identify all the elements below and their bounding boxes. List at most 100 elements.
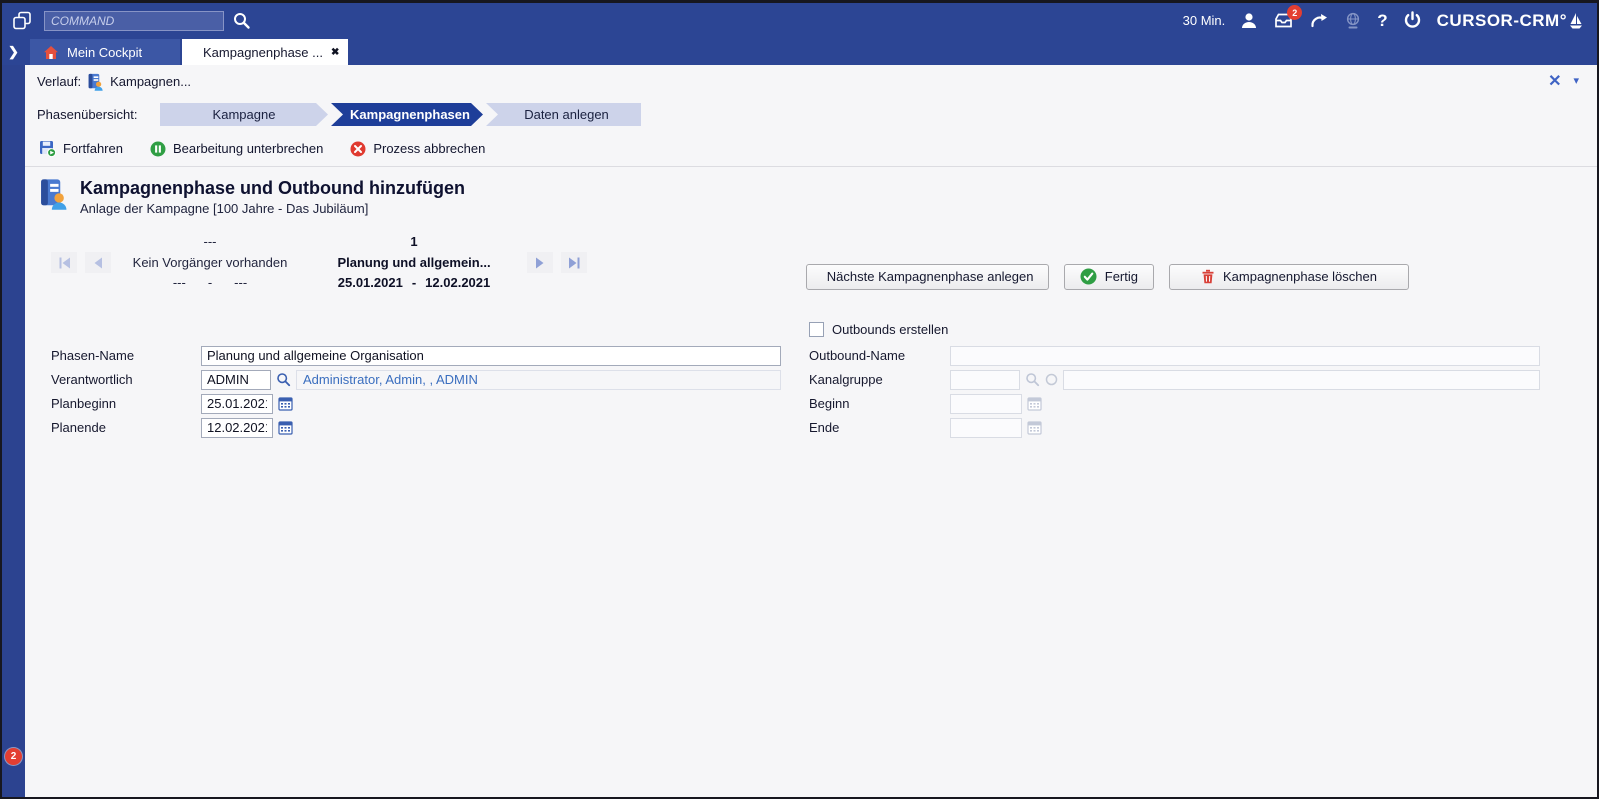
history-label: Verlauf: xyxy=(37,74,81,89)
page-subtitle: Anlage der Kampagne [100 Jahre - Das Jub… xyxy=(80,201,465,216)
phase-form-left: Phasen-Name Verantwortlich Administrator… xyxy=(51,319,781,797)
calendar-icon-disabled xyxy=(1027,420,1042,435)
planende-row: Planende xyxy=(51,417,781,439)
current-record-info: 1 Planung und allgemein... 25.01.2021-12… xyxy=(305,232,523,292)
prev-record-index: --- xyxy=(115,232,305,252)
process-toolbar: Fortfahren Bearbeitung unterbrechen Proz… xyxy=(25,133,1597,167)
panel-controls: ✕ ▾ xyxy=(1548,74,1579,90)
phase-overview-row: Phasenübersicht: Kampagne Kampagnenphase… xyxy=(25,98,1597,133)
phasen-name-label: Phasen-Name xyxy=(51,348,201,363)
done-label: Fertig xyxy=(1105,269,1138,284)
step-daten-anlegen[interactable]: Daten anlegen xyxy=(486,103,641,126)
create-next-phase-button[interactable]: Nächste Kampagnenphase anlegen xyxy=(806,264,1049,290)
prev-record-button[interactable] xyxy=(85,252,111,273)
tab-close-icon[interactable]: ✖ xyxy=(331,47,339,58)
tab-kampagnenphase[interactable]: Kampagnenphase ... ✖ xyxy=(182,39,348,65)
prev-record-info: --- Kein Vorgänger vorhanden ------- xyxy=(115,232,305,292)
verantwortlich-row: Verantwortlich Administrator, Admin, , A… xyxy=(51,369,781,391)
tab-label: Kampagnenphase ... xyxy=(203,45,323,60)
calendar-icon-disabled xyxy=(1027,396,1042,411)
current-record-name: Planung und allgemein... xyxy=(305,253,523,273)
next-record-button[interactable] xyxy=(527,252,553,273)
phase-action-buttons: Nächste Kampagnenphase anlegen Fertig Ka… xyxy=(806,264,1409,290)
sidebar-notification-badge[interactable]: 2 xyxy=(5,748,22,765)
home-icon xyxy=(43,45,59,60)
beginn-label: Beginn xyxy=(806,396,950,411)
session-timer: 30 Min. xyxy=(1183,13,1226,28)
outbounds-checkbox-row: Outbounds erstellen xyxy=(806,319,1540,341)
app-window: 30 Min. 2 ? CURSOR-CRM° xyxy=(0,0,1599,799)
planbeginn-row: Planbeginn xyxy=(51,393,781,415)
check-circle-icon xyxy=(1080,268,1097,285)
content-area: Verlauf: Kampagnen... ✕ ▾ Phasenübersich… xyxy=(25,65,1597,797)
verantwortlich-input[interactable] xyxy=(201,370,271,390)
inbox-icon[interactable]: 2 xyxy=(1273,12,1294,29)
redo-arrow-icon[interactable] xyxy=(1309,12,1329,29)
calendar-icon[interactable] xyxy=(278,396,293,411)
help-icon[interactable]: ? xyxy=(1377,11,1387,31)
first-record-button[interactable] xyxy=(51,252,77,273)
kanalgruppe-row: Kanalgruppe xyxy=(806,369,1540,391)
pause-button[interactable]: Bearbeitung unterbrechen xyxy=(150,141,323,157)
current-record-index: 1 xyxy=(305,232,523,252)
topbar-right-group: 30 Min. 2 ? CURSOR-CRM° xyxy=(1183,11,1583,31)
kanalgruppe-label: Kanalgruppe xyxy=(806,372,950,387)
step-kampagne[interactable]: Kampagne xyxy=(160,103,328,126)
campaign-book-icon-large xyxy=(40,178,67,210)
ende-row: Ende xyxy=(806,417,1540,439)
planbeginn-input[interactable] xyxy=(201,394,273,414)
brand-logo: CURSOR-CRM° xyxy=(1437,11,1583,31)
outbound-name-label: Outbound-Name xyxy=(806,348,950,363)
main-area: 2 Verlauf: Kampagnen... ✕ ▾ Phasenübersi… xyxy=(2,65,1597,797)
phase-overview-label: Phasenübersicht: xyxy=(37,107,160,122)
delete-phase-button[interactable]: Kampagnenphase löschen xyxy=(1169,264,1409,290)
lookup-search-icon[interactable] xyxy=(276,372,291,387)
prev-record-name: Kein Vorgänger vorhanden xyxy=(115,253,305,273)
sidebar-expand-chevron[interactable]: ❯ xyxy=(2,38,25,65)
trash-icon xyxy=(1201,269,1215,284)
beginn-input xyxy=(950,394,1022,414)
outbound-form-right: Outbounds erstellen Outbound-Name Kanalg… xyxy=(806,319,1540,797)
outbounds-checkbox-label: Outbounds erstellen xyxy=(832,322,948,337)
inbox-badge: 2 xyxy=(1287,5,1302,20)
ende-label: Ende xyxy=(806,420,950,435)
page-header-text: Kampagnenphase und Outbound hinzufügen A… xyxy=(80,178,465,216)
user-icon[interactable] xyxy=(1240,12,1258,29)
search-icon[interactable] xyxy=(232,11,251,30)
campaign-book-icon xyxy=(88,73,103,91)
tab-mein-cockpit[interactable]: Mein Cockpit xyxy=(30,39,180,65)
close-panel-icon[interactable]: ✕ xyxy=(1548,74,1561,90)
page-header: Kampagnenphase und Outbound hinzufügen A… xyxy=(25,167,1597,216)
tab-bar: ❯ Mein Cockpit Kampagnenphase ... ✖ xyxy=(2,38,1597,65)
app-menu-icon[interactable] xyxy=(12,11,34,31)
chevron-down-icon[interactable]: ▾ xyxy=(1573,76,1579,87)
phase-form: Phasen-Name Verantwortlich Administrator… xyxy=(25,294,1597,797)
page-title: Kampagnenphase und Outbound hinzufügen xyxy=(80,178,465,199)
phasen-name-input[interactable] xyxy=(201,346,781,366)
collapsed-sidebar: 2 xyxy=(2,65,25,797)
kanalgruppe-name-input xyxy=(1063,370,1540,390)
create-next-phase-label: Nächste Kampagnenphase anlegen xyxy=(827,269,1034,284)
command-input[interactable] xyxy=(51,14,217,28)
continue-button[interactable]: Fortfahren xyxy=(39,140,123,157)
done-button[interactable]: Fertig xyxy=(1064,264,1154,290)
phasen-name-row: Phasen-Name xyxy=(51,345,781,367)
step-kampagnenphasen[interactable]: Kampagnenphasen xyxy=(331,103,483,126)
history-row: Verlauf: Kampagnen... ✕ ▾ xyxy=(25,65,1597,98)
planende-input[interactable] xyxy=(201,418,273,438)
pause-icon xyxy=(150,141,166,157)
save-continue-icon xyxy=(39,140,56,157)
kanalgruppe-input xyxy=(950,370,1020,390)
current-record-dates: 25.01.2021-12.02.2021 xyxy=(305,273,523,293)
outbound-name-row: Outbound-Name xyxy=(806,345,1540,367)
last-record-button[interactable] xyxy=(561,252,587,273)
power-icon[interactable] xyxy=(1403,11,1422,30)
delete-phase-label: Kampagnenphase löschen xyxy=(1223,269,1377,284)
outbounds-checkbox[interactable] xyxy=(809,322,824,337)
globe-icon[interactable] xyxy=(1344,12,1362,30)
verantwortlich-link[interactable]: Administrator, Admin, , ADMIN xyxy=(303,372,478,387)
calendar-icon[interactable] xyxy=(278,420,293,435)
cancel-process-button[interactable]: Prozess abbrechen xyxy=(350,141,485,157)
history-item[interactable]: Kampagnen... xyxy=(110,74,191,89)
cancel-icon xyxy=(350,141,366,157)
